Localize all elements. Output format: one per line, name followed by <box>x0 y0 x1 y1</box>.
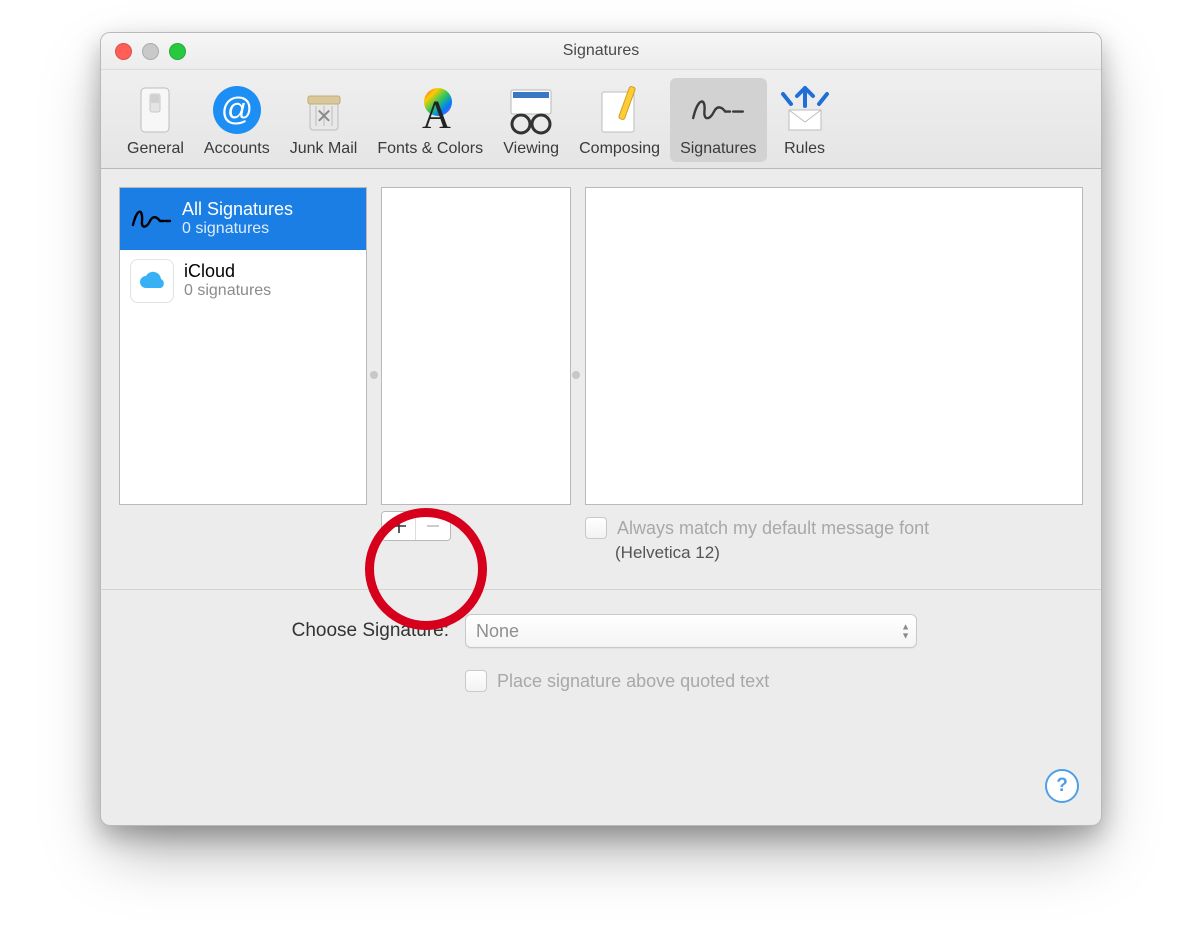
tab-label: Viewing <box>503 140 559 158</box>
account-item-count: 0 signatures <box>182 220 293 238</box>
remove-signature-button <box>416 512 450 540</box>
icloud-icon <box>130 259 174 303</box>
match-font-checkbox[interactable] <box>585 517 607 539</box>
match-font-row: Always match my default message font <box>585 517 1083 539</box>
rules-icon <box>777 82 833 138</box>
content-area: All Signatures 0 signatures iCloud 0 sig… <box>101 169 1101 590</box>
signature-list-column <box>381 187 571 563</box>
choose-signature-row: Choose Signature: None ▲▼ <box>119 614 1083 648</box>
tab-label: Accounts <box>204 140 270 158</box>
add-signature-button[interactable] <box>382 512 416 540</box>
place-above-row: Place signature above quoted text <box>465 670 1083 692</box>
account-item-name: iCloud <box>184 262 271 282</box>
trash-icon: ✕ <box>296 82 352 138</box>
place-above-checkbox[interactable] <box>465 670 487 692</box>
add-remove-buttons <box>381 511 451 541</box>
font-color-icon: A <box>402 82 458 138</box>
preferences-toolbar: General @ Accounts ✕ <box>101 70 1101 169</box>
tab-rules[interactable]: Rules <box>767 78 843 162</box>
tab-junk-mail[interactable]: ✕ Junk Mail <box>280 78 368 162</box>
account-item-all-signatures[interactable]: All Signatures 0 signatures <box>120 188 366 250</box>
choose-signature-popup[interactable]: None ▲▼ <box>465 614 917 648</box>
preferences-window: Signatures General @ Accounts <box>100 32 1102 826</box>
tab-label: Composing <box>579 140 660 158</box>
tab-label: Rules <box>784 140 825 158</box>
signature-list[interactable] <box>381 187 571 505</box>
preview-column: Always match my default message font (He… <box>585 187 1083 563</box>
glasses-icon <box>503 82 559 138</box>
choose-signature-value: None <box>476 621 519 642</box>
match-font-label: Always match my default message font <box>617 518 929 539</box>
svg-text:A: A <box>422 92 451 136</box>
resize-handle[interactable] <box>370 371 378 379</box>
tab-general[interactable]: General <box>117 78 194 162</box>
tab-fonts-colors[interactable]: A Fonts & Colors <box>367 78 493 162</box>
account-item-count: 0 signatures <box>184 282 271 300</box>
account-item-icloud[interactable]: iCloud 0 signatures <box>120 250 366 312</box>
help-button[interactable]: ? <box>1045 769 1079 803</box>
signature-icon <box>690 82 746 138</box>
at-icon: @ <box>209 82 265 138</box>
signature-preview[interactable] <box>585 187 1083 505</box>
account-list[interactable]: All Signatures 0 signatures iCloud 0 sig… <box>119 187 367 505</box>
switch-icon <box>127 82 183 138</box>
traffic-lights <box>115 43 186 60</box>
close-window-button[interactable] <box>115 43 132 60</box>
tab-signatures[interactable]: Signatures <box>670 78 767 162</box>
tab-composing[interactable]: Composing <box>569 78 670 162</box>
minus-icon <box>425 518 441 534</box>
tab-label: Fonts & Colors <box>377 140 483 158</box>
bottom-controls: Choose Signature: None ▲▼ Place signatur… <box>101 590 1101 692</box>
compose-icon <box>592 82 648 138</box>
popup-stepper-icon: ▲▼ <box>901 623 910 640</box>
tab-viewing[interactable]: Viewing <box>493 78 569 162</box>
account-item-text: iCloud 0 signatures <box>184 262 271 300</box>
plus-icon <box>391 518 407 534</box>
account-item-name: All Signatures <box>182 200 293 220</box>
choose-signature-label: Choose Signature: <box>119 620 449 642</box>
signature-icon <box>130 198 172 240</box>
tab-accounts[interactable]: @ Accounts <box>194 78 280 162</box>
svg-text:@: @ <box>221 91 253 127</box>
zoom-window-button[interactable] <box>169 43 186 60</box>
titlebar: Signatures <box>101 33 1101 70</box>
tab-label: General <box>127 140 184 158</box>
tab-label: Junk Mail <box>290 140 358 158</box>
account-item-text: All Signatures 0 signatures <box>182 200 293 238</box>
place-above-label: Place signature above quoted text <box>497 671 769 692</box>
tab-label: Signatures <box>680 140 757 158</box>
default-font-note: (Helvetica 12) <box>615 543 1083 563</box>
svg-text:✕: ✕ <box>315 106 332 128</box>
window-title: Signatures <box>101 42 1101 60</box>
minimize-window-button[interactable] <box>142 43 159 60</box>
resize-handle[interactable] <box>572 371 580 379</box>
